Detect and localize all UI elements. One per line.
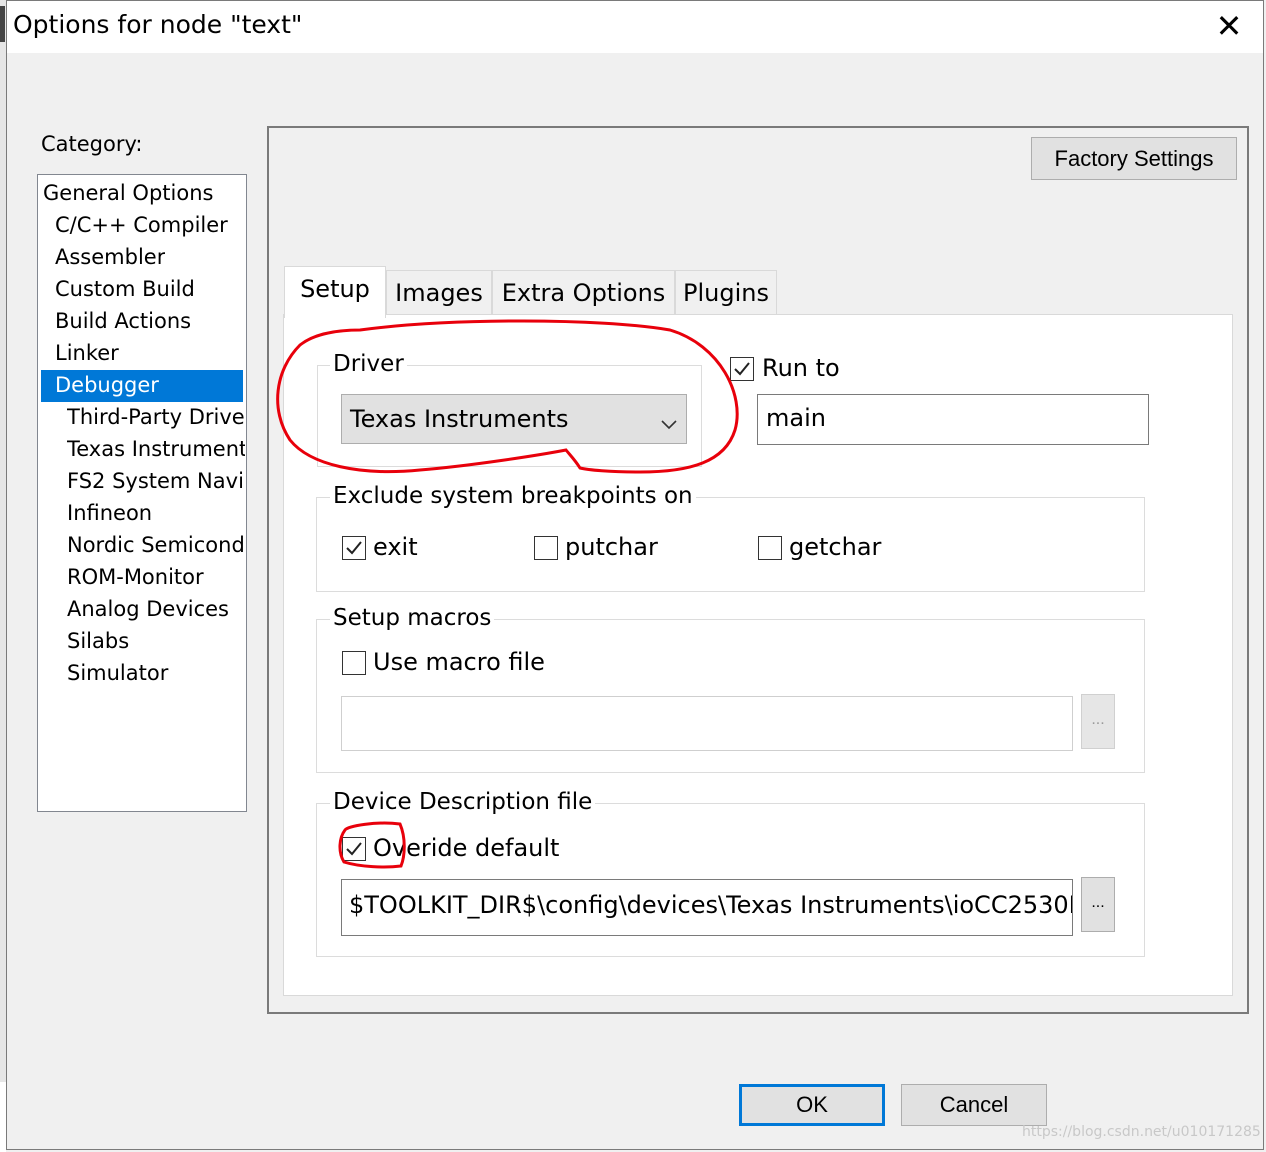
category-item-third-party-driver[interactable]: Third-Party Driver — [67, 402, 245, 434]
putchar-label: putchar — [565, 533, 658, 561]
driver-dropdown-value: Texas Instruments — [350, 405, 569, 433]
category-item-general-options[interactable]: General Options — [43, 178, 213, 210]
category-item-debugger[interactable]: Debugger — [41, 370, 243, 402]
cancel-button[interactable]: Cancel — [901, 1084, 1047, 1126]
category-item-rom-monitor[interactable]: ROM-Monitor — [67, 562, 245, 594]
watermark-text: https://blog.csdn.net/u010171285 — [1022, 1124, 1261, 1140]
category-item-simulator[interactable]: Simulator — [67, 658, 245, 690]
category-item-texas-instruments[interactable]: Texas Instruments — [67, 434, 245, 466]
category-item-silabs[interactable]: Silabs — [67, 626, 245, 658]
getchar-label: getchar — [789, 533, 882, 561]
chevron-down-icon — [660, 408, 678, 436]
override-default-checkbox[interactable] — [342, 837, 366, 861]
checkmark-icon — [346, 541, 362, 555]
use-macro-file-checkbox[interactable] — [342, 651, 366, 675]
override-default-label: Overide default — [373, 834, 560, 862]
setup-macros-label: Setup macros — [330, 605, 495, 631]
category-item-assembler[interactable]: Assembler — [55, 242, 165, 274]
category-item-analog-devices[interactable]: Analog Devices — [67, 594, 245, 626]
checkmark-icon — [346, 842, 362, 856]
category-label: Category: — [41, 132, 143, 156]
background-window-mark — [0, 6, 5, 42]
getchar-checkbox[interactable] — [758, 536, 782, 560]
category-item-custom-build[interactable]: Custom Build — [55, 274, 195, 306]
ddf-browse-button[interactable]: ... — [1081, 877, 1115, 932]
category-item-fs2-system-navigator[interactable]: FS2 System Navigator — [67, 466, 245, 498]
exit-checkbox[interactable] — [342, 536, 366, 560]
macro-file-input[interactable] — [341, 696, 1073, 751]
close-icon: ✕ — [1215, 7, 1243, 45]
dialog-title: Options for node "text" — [13, 10, 303, 39]
use-macro-file-label: Use macro file — [373, 648, 545, 676]
device-description-label: Device Description file — [330, 789, 596, 815]
exit-label: exit — [373, 533, 418, 561]
driver-group-label: Driver — [330, 351, 407, 377]
checkmark-icon — [734, 362, 750, 376]
category-item-build-actions[interactable]: Build Actions — [55, 306, 191, 338]
run-to-checkbox[interactable] — [730, 357, 754, 381]
exclude-breakpoints-label: Exclude system breakpoints on — [330, 483, 696, 509]
macro-browse-button[interactable]: ... — [1081, 694, 1115, 749]
tab-extra-options[interactable]: Extra Options — [492, 270, 675, 316]
close-button[interactable]: ✕ — [1200, 4, 1258, 48]
category-item-c-compiler[interactable]: C/C++ Compiler — [55, 210, 228, 242]
run-to-input[interactable]: main — [757, 394, 1149, 445]
category-item-linker[interactable]: Linker — [55, 338, 119, 370]
tab-setup[interactable]: Setup — [284, 266, 386, 318]
category-list[interactable]: General Options C/C++ Compiler Assembler… — [37, 174, 247, 812]
ok-button[interactable]: OK — [739, 1084, 885, 1126]
category-item-infineon[interactable]: Infineon — [67, 498, 245, 530]
driver-dropdown[interactable]: Texas Instruments — [341, 394, 687, 444]
factory-settings-button[interactable]: Factory Settings — [1031, 137, 1237, 180]
tab-images[interactable]: Images — [386, 270, 492, 316]
ddf-path-input[interactable]: $TOOLKIT_DIR$\config\devices\Texas Instr… — [341, 879, 1073, 936]
category-item-nordic-semiconductor[interactable]: Nordic Semiconductor — [67, 530, 245, 562]
ddf-path-value: $TOOLKIT_DIR$\config\devices\Texas Instr… — [349, 891, 1073, 919]
run-to-label: Run to — [762, 354, 840, 382]
exclude-breakpoints-group — [316, 497, 1145, 592]
putchar-checkbox[interactable] — [534, 536, 558, 560]
tab-plugins[interactable]: Plugins — [675, 270, 777, 316]
run-to-value: main — [766, 404, 826, 432]
